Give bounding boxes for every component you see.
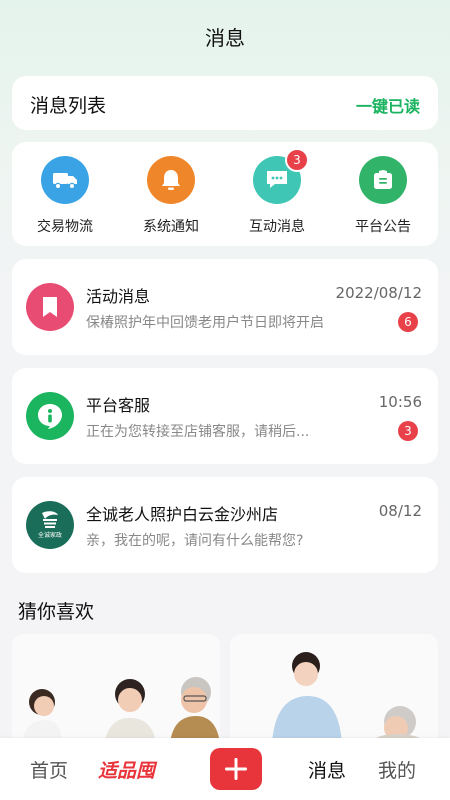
add-button[interactable] xyxy=(210,748,262,790)
unread-badge: 3 xyxy=(285,148,309,172)
category-row: 交易物流 系统通知 3 互动消息 平台公告 xyxy=(12,142,438,246)
tab-messages[interactable]: 消息 xyxy=(308,756,346,783)
app-header: 消息 xyxy=(0,0,450,70)
tab-mine[interactable]: 我的 xyxy=(378,756,416,783)
message-time: 08/12 xyxy=(378,502,422,520)
product-image xyxy=(12,634,220,744)
mark-all-read-button[interactable]: 一键已读 xyxy=(356,93,420,117)
message-title: 活动消息 xyxy=(86,287,151,306)
store-logo-text: 全诚家政 xyxy=(38,531,62,539)
message-list-title: 消息列表 xyxy=(30,95,107,117)
message-preview: 正在为您转接至店铺客服，请稍后... xyxy=(86,424,310,440)
tab-shop[interactable]: 适品囤 xyxy=(98,756,155,783)
category-announcement[interactable]: 平台公告 xyxy=(330,156,436,238)
product-card[interactable] xyxy=(230,634,438,744)
plus-icon xyxy=(225,758,247,780)
category-system-notice[interactable]: 系统通知 xyxy=(118,156,224,238)
message-item-activity[interactable]: 活动消息 2022/08/12 保椿照护年中回馈老用户节日即将开启 6 xyxy=(12,259,438,355)
message-preview: 亲，我在的呢，请问有什么能帮您? xyxy=(86,533,304,549)
notice-icon xyxy=(359,156,407,204)
page-title: 消息 xyxy=(205,26,245,50)
truck-icon xyxy=(41,156,89,204)
recommend-title: 猜你喜欢 xyxy=(18,601,95,623)
category-label: 互动消息 xyxy=(249,219,305,235)
bell-icon xyxy=(147,156,195,204)
product-image xyxy=(230,634,438,744)
service-icon xyxy=(26,392,74,440)
category-logistics[interactable]: 交易物流 xyxy=(12,156,118,238)
unread-count-badge: 3 xyxy=(398,421,418,441)
message-preview: 保椿照护年中回馈老用户节日即将开启 xyxy=(86,315,324,331)
message-list-header: 消息列表 一键已读 xyxy=(12,76,438,130)
message-item-store[interactable]: 全诚家政 全诚老人照护白云金沙州店 08/12 亲，我在的呢，请问有什么能帮您? xyxy=(12,477,438,573)
bookmark-icon xyxy=(26,283,74,331)
message-title: 平台客服 xyxy=(86,396,151,415)
category-interaction[interactable]: 3 互动消息 xyxy=(224,148,330,238)
message-title: 全诚老人照护白云金沙州店 xyxy=(86,505,279,524)
message-time: 2022/08/12 xyxy=(335,284,422,302)
chat-icon: 3 xyxy=(253,148,309,204)
category-label: 平台公告 xyxy=(355,219,411,235)
category-label: 系统通知 xyxy=(143,219,199,235)
category-label: 交易物流 xyxy=(37,219,93,235)
tab-home[interactable]: 首页 xyxy=(30,756,68,783)
product-card[interactable] xyxy=(12,634,220,744)
unread-count-badge: 6 xyxy=(398,312,418,332)
store-logo-icon: 全诚家政 xyxy=(26,501,74,549)
message-item-service[interactable]: 平台客服 10:56 正在为您转接至店铺客服，请稍后... 3 xyxy=(12,368,438,464)
message-time: 10:56 xyxy=(378,393,422,411)
